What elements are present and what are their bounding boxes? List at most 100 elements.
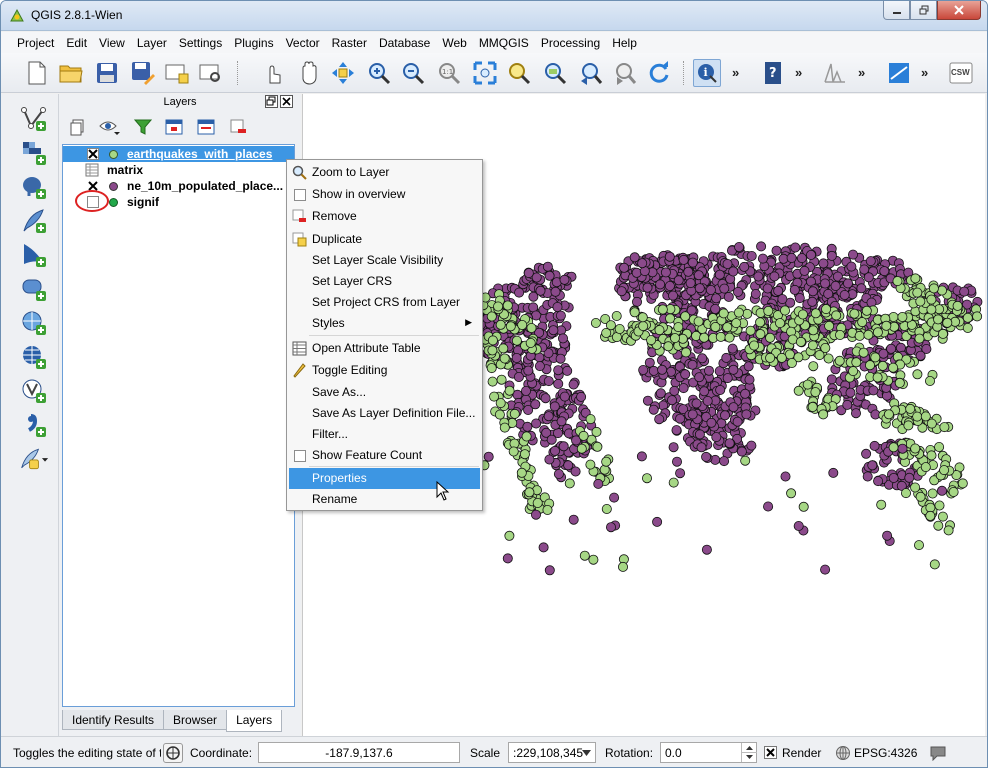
- menu-settings[interactable]: Settings: [173, 36, 228, 50]
- menu-item-set-project-crs[interactable]: Set Project CRS from Layer: [289, 292, 480, 313]
- menu-item-set-layer-scale-visibility[interactable]: Set Layer Scale Visibility: [289, 250, 480, 271]
- menu-item-filter[interactable]: Filter...: [289, 424, 480, 445]
- touch-zoom-pan-button[interactable]: [259, 59, 287, 87]
- menu-item-remove[interactable]: Remove: [289, 206, 480, 227]
- identify-features-button[interactable]: i: [693, 59, 721, 87]
- spin-arrows-icon[interactable]: [742, 743, 757, 762]
- menu-mmqgis[interactable]: MMQGIS: [473, 36, 535, 50]
- zoom-to-layer-button[interactable]: [541, 59, 569, 87]
- populated-place-point: [790, 242, 801, 253]
- menu-vector[interactable]: Vector: [280, 36, 326, 50]
- rotation-spinbox[interactable]: 0.0: [660, 742, 757, 763]
- zoom-full-button[interactable]: [471, 59, 499, 87]
- menu-processing[interactable]: Processing: [535, 36, 606, 50]
- add-delimited-text-layer-button[interactable]: [19, 410, 49, 440]
- menu-plugins[interactable]: Plugins: [228, 36, 279, 50]
- georeferencer-button[interactable]: [885, 59, 913, 87]
- menu-item-set-layer-crs[interactable]: Set Layer CRS: [289, 271, 480, 292]
- menu-item-save-as[interactable]: Save As...: [289, 382, 480, 403]
- add-wfs-layer-button[interactable]: [19, 376, 49, 406]
- add-wcs-layer-button[interactable]: [19, 342, 49, 372]
- menu-item-rename[interactable]: Rename: [289, 489, 480, 510]
- overview-checkbox[interactable]: [293, 188, 306, 201]
- tab-identify-results[interactable]: Identify Results: [62, 710, 165, 730]
- new-layer-button[interactable]: [19, 444, 49, 474]
- toolbar-overflow-chevron-4[interactable]: »: [921, 65, 928, 80]
- menu-web[interactable]: Web: [436, 36, 472, 50]
- csw-button[interactable]: CSW: [947, 59, 975, 87]
- zoom-out-button[interactable]: [399, 59, 427, 87]
- new-print-composer-button[interactable]: [163, 59, 191, 87]
- menu-layer[interactable]: Layer: [131, 36, 173, 50]
- menu-item-show-feature-count[interactable]: Show Feature Count: [289, 445, 480, 466]
- layer-item-earthquakes[interactable]: earthquakes_with_places: [63, 146, 294, 162]
- menu-database[interactable]: Database: [373, 36, 436, 50]
- tab-browser[interactable]: Browser: [163, 710, 228, 730]
- layer-visibility-checkbox[interactable]: [87, 148, 99, 160]
- zoom-in-button[interactable]: [365, 59, 393, 87]
- save-as-button[interactable]: [129, 59, 157, 87]
- new-project-button[interactable]: [23, 59, 51, 87]
- menu-help[interactable]: Help: [606, 36, 643, 50]
- menu-item-toggle-editing[interactable]: Toggle Editing: [289, 360, 480, 381]
- menu-item-open-attribute-table[interactable]: Open Attribute Table: [289, 338, 480, 359]
- zoom-native-button[interactable]: 1:1: [435, 59, 463, 87]
- help-button[interactable]: ?: [759, 59, 787, 87]
- crs-globe-icon[interactable]: [835, 745, 851, 761]
- remove-layer-button[interactable]: [227, 116, 249, 138]
- histogram-button[interactable]: [821, 59, 849, 87]
- chevron-down-icon[interactable]: [582, 750, 591, 756]
- expand-tree-button[interactable]: [163, 116, 185, 138]
- expand-all-button[interactable]: [67, 116, 89, 138]
- refresh-button[interactable]: [645, 59, 673, 87]
- menu-item-properties[interactable]: Properties: [289, 468, 480, 489]
- toolbar-overflow-chevron[interactable]: »: [732, 65, 739, 80]
- zoom-next-button[interactable]: [611, 59, 639, 87]
- zoom-out-icon: [403, 63, 425, 85]
- add-postgis-layer-button[interactable]: [19, 172, 49, 202]
- add-oracle-layer-button[interactable]: [19, 274, 49, 304]
- composer-manager-button[interactable]: [197, 59, 225, 87]
- menu-item-save-as-layer-definition[interactable]: Save As Layer Definition File...: [289, 403, 480, 424]
- add-raster-layer-button[interactable]: [19, 138, 49, 168]
- toolbar-overflow-chevron-2[interactable]: »: [795, 65, 802, 80]
- add-spatialite-layer-button[interactable]: [19, 206, 49, 236]
- save-project-button[interactable]: [93, 59, 121, 87]
- scale-combobox[interactable]: :229,108,345: [508, 742, 596, 763]
- render-checkbox[interactable]: [764, 746, 777, 759]
- zoom-to-selection-button[interactable]: [505, 59, 533, 87]
- crs-label[interactable]: EPSG:4326: [854, 746, 917, 760]
- add-vector-layer-button[interactable]: [19, 104, 49, 134]
- menu-item-zoom-to-layer[interactable]: Zoom to Layer: [289, 162, 480, 183]
- zoom-last-button[interactable]: [577, 59, 605, 87]
- menu-edit[interactable]: Edit: [60, 36, 93, 50]
- toggle-extents-button[interactable]: [163, 743, 183, 763]
- layer-item-matrix[interactable]: matrix: [63, 162, 294, 178]
- pan-map-button[interactable]: [295, 59, 323, 87]
- menu-item-styles[interactable]: Styles ▶: [289, 313, 480, 334]
- coordinate-field[interactable]: -187.9,137.6: [258, 742, 460, 763]
- menu-view[interactable]: View: [93, 36, 131, 50]
- populated-place-point: [701, 451, 712, 462]
- pan-to-selection-button[interactable]: [329, 59, 357, 87]
- toolbar-overflow-chevron-3[interactable]: »: [858, 65, 865, 80]
- menu-project[interactable]: Project: [11, 36, 60, 50]
- menu-item-duplicate[interactable]: Duplicate: [289, 229, 480, 250]
- open-project-button[interactable]: [57, 59, 85, 87]
- feature-count-checkbox[interactable]: [293, 449, 306, 462]
- tab-layers[interactable]: Layers: [226, 710, 283, 732]
- add-mssql-layer-button[interactable]: [19, 240, 49, 270]
- minimize-button[interactable]: [883, 1, 910, 20]
- panel-float-button[interactable]: [265, 95, 278, 108]
- manage-visibility-button[interactable]: [99, 116, 121, 138]
- menu-item-show-in-overview[interactable]: Show in overview: [289, 184, 480, 205]
- maximize-button[interactable]: [910, 1, 937, 20]
- collapse-tree-button[interactable]: [195, 116, 217, 138]
- panel-close-button[interactable]: [280, 95, 293, 108]
- close-button[interactable]: [937, 1, 981, 20]
- messages-speech-bubble-icon[interactable]: [929, 745, 947, 761]
- filter-legend-button[interactable]: [132, 116, 154, 138]
- menu-raster[interactable]: Raster: [326, 36, 373, 50]
- add-wms-layer-button[interactable]: [19, 308, 49, 338]
- earthquake-point: [718, 308, 729, 319]
